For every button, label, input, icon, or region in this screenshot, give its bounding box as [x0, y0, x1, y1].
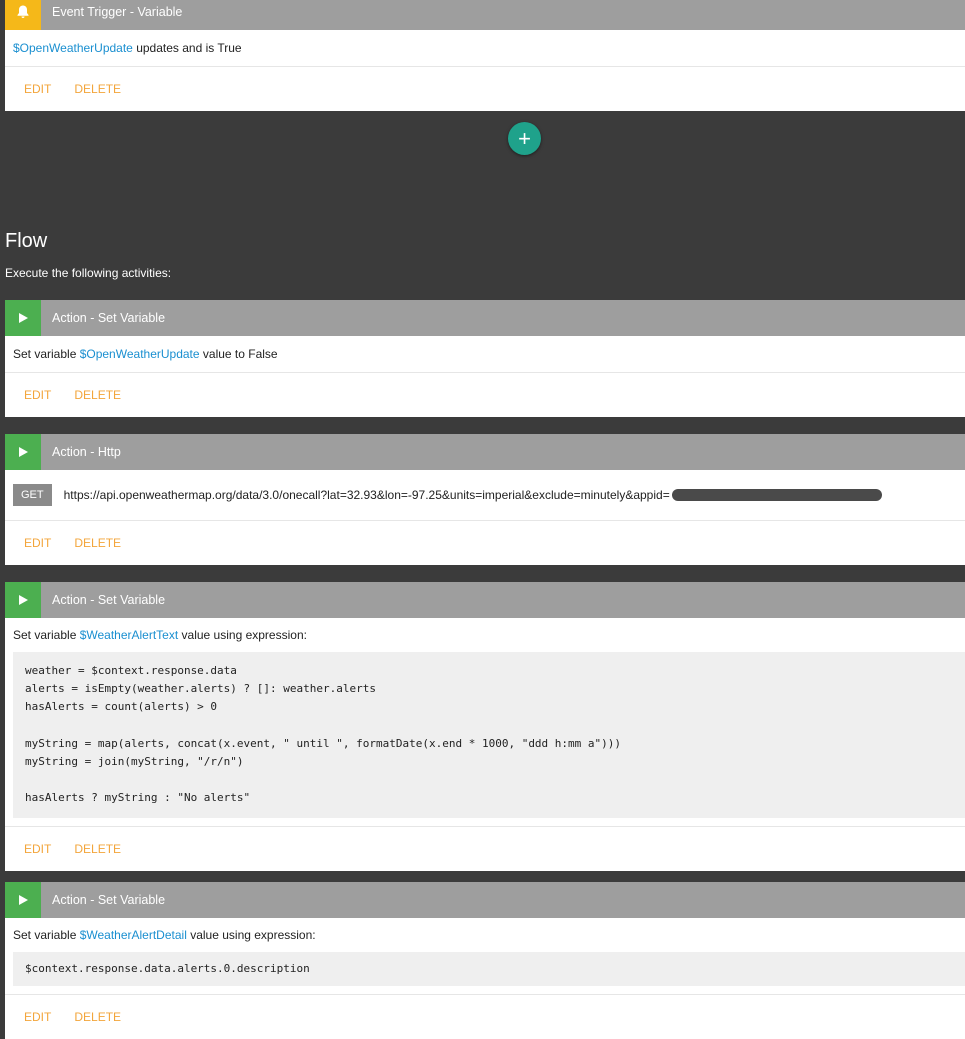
action-prefix: Set variable: [13, 628, 80, 642]
expression-code: $context.response.data.alerts.0.descript…: [13, 952, 965, 987]
add-trigger-button[interactable]: +: [508, 122, 541, 155]
play-icon: [5, 882, 41, 918]
expression-code: weather = $context.response.data alerts …: [13, 652, 965, 818]
plus-icon: +: [518, 125, 531, 151]
action-title: Action - Set Variable: [52, 311, 166, 325]
action-description: Set variable $WeatherAlertText value usi…: [10, 618, 965, 652]
edit-button[interactable]: EDIT: [24, 82, 51, 96]
action-card-header: Action - Set Variable: [5, 882, 965, 918]
redacted-key: [671, 489, 882, 501]
action-suffix: value to False: [199, 347, 278, 361]
http-method-badge: GET: [13, 484, 52, 506]
action-card-header: Action - Set Variable: [5, 300, 965, 336]
action-card-header: Action - Http: [5, 434, 965, 470]
action-buttons: EDIT DELETE: [5, 373, 965, 417]
action-prefix: Set variable: [13, 928, 80, 942]
action-description: Set variable $OpenWeatherUpdate value to…: [5, 336, 965, 373]
action-body: Set variable $WeatherAlertDetail value u…: [5, 918, 965, 996]
trigger-description: $OpenWeatherUpdate updates and is True: [5, 30, 965, 67]
trigger-title: Event Trigger - Variable: [52, 5, 183, 19]
delete-button[interactable]: DELETE: [74, 536, 121, 550]
action-variable: $WeatherAlertDetail: [79, 928, 187, 942]
http-action-card: Action - Http GET https://api.openweathe…: [5, 434, 965, 565]
action-buttons: EDIT DELETE: [5, 521, 965, 565]
action-card: Action - Set Variable Set variable $Weat…: [5, 882, 965, 1039]
edit-button[interactable]: EDIT: [24, 842, 51, 856]
play-icon: [5, 434, 41, 470]
action-body: Set variable $WeatherAlertText value usi…: [5, 618, 965, 827]
bell-icon: [5, 0, 41, 30]
delete-button[interactable]: DELETE: [74, 388, 121, 402]
http-request: GET https://api.openweathermap.org/data/…: [5, 470, 965, 521]
action-title: Action - Http: [52, 445, 121, 459]
action-title: Action - Set Variable: [52, 893, 166, 907]
edit-button[interactable]: EDIT: [24, 1010, 51, 1024]
http-url: https://api.openweathermap.org/data/3.0/…: [63, 488, 670, 502]
trigger-variable: $OpenWeatherUpdate: [13, 41, 133, 55]
action-title: Action - Set Variable: [52, 593, 166, 607]
trigger-card-header: Event Trigger - Variable: [5, 0, 965, 30]
action-variable: $WeatherAlertText: [79, 628, 179, 642]
delete-button[interactable]: DELETE: [74, 1010, 121, 1024]
action-prefix: Set variable: [13, 347, 80, 361]
delete-button[interactable]: DELETE: [74, 82, 121, 96]
action-card: Action - Set Variable Set variable $Weat…: [5, 582, 965, 871]
trigger-text: updates and is True: [132, 41, 242, 55]
action-suffix: value using expression:: [186, 928, 316, 942]
play-icon: [5, 300, 41, 336]
action-card-header: Action - Set Variable: [5, 582, 965, 618]
action-buttons: EDIT DELETE: [5, 827, 965, 871]
edit-button[interactable]: EDIT: [24, 536, 51, 550]
flow-subtitle: Execute the following activities:: [5, 266, 172, 280]
action-variable: $OpenWeatherUpdate: [79, 347, 200, 361]
edit-button[interactable]: EDIT: [24, 388, 51, 402]
action-suffix: value using expression:: [178, 628, 307, 642]
action-card: Action - Set Variable Set variable $Open…: [5, 300, 965, 417]
trigger-card: Event Trigger - Variable $OpenWeatherUpd…: [5, 0, 965, 111]
action-buttons: EDIT DELETE: [5, 995, 965, 1039]
flow-title: Flow: [5, 230, 48, 252]
action-description: Set variable $WeatherAlertDetail value u…: [10, 918, 965, 952]
trigger-actions: EDIT DELETE: [5, 67, 965, 111]
play-icon: [5, 582, 41, 618]
delete-button[interactable]: DELETE: [74, 842, 121, 856]
